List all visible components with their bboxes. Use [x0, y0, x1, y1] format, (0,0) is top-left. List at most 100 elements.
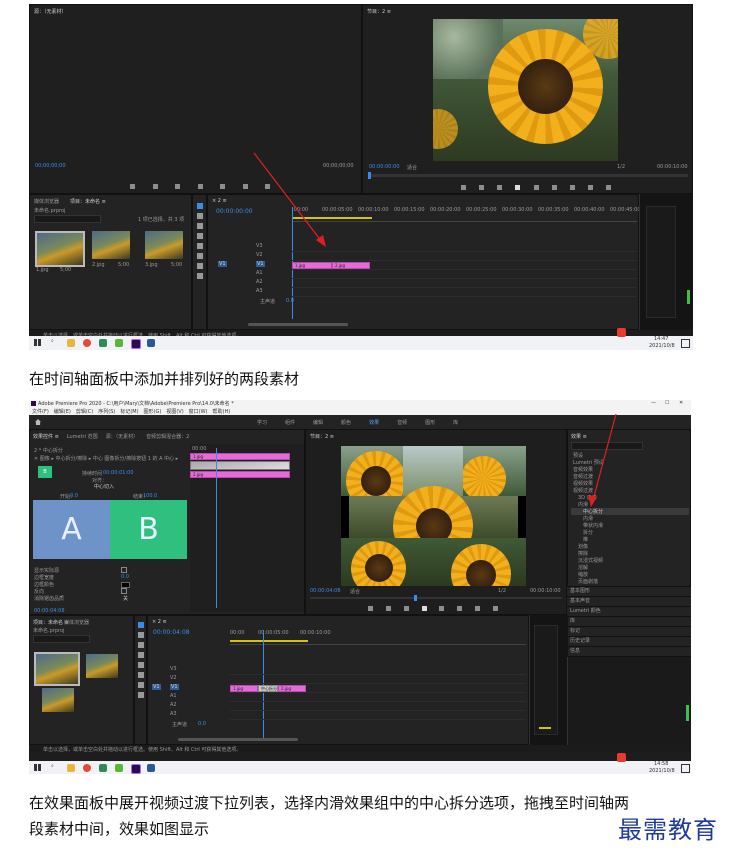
tree-zoom[interactable]: 缩放	[571, 571, 689, 578]
taskbar-files-icon[interactable]	[67, 339, 75, 347]
sequence-tab-2[interactable]: × 2 ≡	[152, 619, 167, 625]
taskbar-app-icon[interactable]	[99, 339, 107, 347]
sequence-tab[interactable]: × 2 ≡	[212, 198, 227, 204]
panel-lumetri-color[interactable]: Lumetri 颜色	[567, 607, 691, 617]
timeline-scrollbar[interactable]	[248, 323, 348, 326]
track2-a3[interactable]: A3	[170, 711, 177, 717]
source-timecode-left[interactable]: 00;00;00;00	[35, 163, 66, 169]
timeline-clip-1[interactable]: 1.jpg	[292, 262, 332, 269]
track-a1[interactable]: A1	[256, 270, 263, 276]
panel-markers[interactable]: 标记	[567, 627, 691, 637]
slip-tool-icon[interactable]	[197, 243, 203, 249]
taskbar-word-icon[interactable]	[147, 339, 155, 347]
timeline2-transition[interactable]: 中心拆分	[258, 685, 278, 692]
tree-iris[interactable]: 划像	[571, 543, 689, 550]
input-method-icon-2[interactable]	[617, 753, 626, 762]
hand-tool-icon[interactable]	[197, 263, 203, 269]
track2-a2[interactable]: A2	[170, 702, 177, 708]
program-quality-select-2[interactable]: 1/2	[498, 588, 506, 594]
program-fit-select[interactable]: 适合	[407, 164, 417, 171]
track2-v1[interactable]: V1	[170, 684, 179, 690]
tree-immersive-video[interactable]: 沉浸式视频	[571, 557, 689, 564]
track2-v2[interactable]: V2	[170, 675, 177, 681]
program-quality-select[interactable]: 1/2	[617, 164, 625, 170]
timeline-timecode[interactable]: 00:00:00:00	[216, 208, 253, 215]
panel-essential-sound[interactable]: 基本声音	[567, 597, 691, 607]
tree-push[interactable]: 推	[571, 536, 689, 543]
panel-libraries[interactable]: 库	[567, 617, 691, 627]
program-scrubber[interactable]	[368, 172, 688, 179]
taskbar-time-2[interactable]: 14:58	[654, 761, 668, 767]
timeline2-clip-2[interactable]: 2.jpg	[278, 685, 306, 692]
track-a3[interactable]: A3	[256, 288, 263, 294]
maximize-button[interactable]: ☐	[665, 400, 669, 406]
taskbar-chrome-icon[interactable]	[83, 339, 91, 347]
windows-start-icon-2[interactable]	[34, 764, 41, 771]
search-icon-2[interactable]: ⌕	[51, 763, 54, 769]
tab-effect-controls[interactable]: 效果控件 ≡	[33, 433, 59, 440]
close-button[interactable]: ✕	[679, 400, 683, 406]
menu-clip[interactable]: 剪辑(C)	[76, 408, 93, 415]
project-tab-project[interactable]: 项目：未命名 ≡	[70, 198, 106, 205]
workspace-learn[interactable]: 学习	[257, 419, 267, 426]
workspace-effects[interactable]: 效果	[369, 419, 379, 426]
menu-window[interactable]: 窗口(W)	[189, 408, 208, 415]
project-search-input[interactable]	[34, 215, 101, 223]
timeline-timecode-2[interactable]: 00:00:04:08	[153, 629, 190, 636]
taskbar-files-icon-2[interactable]	[67, 764, 75, 772]
master-volume-value-2[interactable]: 0.0	[198, 721, 206, 727]
duration-value[interactable]: 00:00:01:00	[103, 470, 134, 476]
menu-markers[interactable]: 标记(M)	[120, 408, 138, 415]
ec-transition-bar[interactable]	[190, 461, 290, 470]
menu-file[interactable]: 文件(F)	[32, 408, 49, 415]
pen-tool-icon[interactable]	[197, 253, 203, 259]
border-width-value[interactable]: 0.0	[121, 574, 129, 580]
panel-info[interactable]: 信息	[567, 647, 691, 657]
taskbar-premiere-icon-2[interactable]	[131, 764, 141, 774]
track-area-2[interactable]: 1.jpg 中心拆分 2.jpg	[230, 666, 526, 736]
ec-playhead[interactable]	[216, 448, 217, 608]
taskbar-date[interactable]: 2021/10/8	[649, 343, 675, 349]
pen-tool-icon-2[interactable]	[138, 672, 144, 678]
tab-audio-mixer[interactable]: 音频剪辑混合器：2	[146, 433, 189, 440]
track-select-tool-icon-2[interactable]	[138, 632, 144, 638]
ripple-edit-tool-icon-2[interactable]	[138, 642, 144, 648]
menu-help[interactable]: 帮助(H)	[213, 408, 231, 415]
program-timecode-2[interactable]: 00:00:04:08	[310, 588, 341, 594]
tab-source[interactable]: 源：（无素材）	[106, 433, 139, 440]
taskbar-date-2[interactable]: 2021/10/8	[649, 768, 675, 774]
menu-sequence[interactable]: 序列(S)	[98, 408, 115, 415]
timeline2-clip-1[interactable]: 1.jpg	[230, 685, 258, 692]
tree-slide[interactable]: 内滑	[571, 515, 689, 522]
selection-tool-icon[interactable]	[197, 203, 203, 209]
project2-thumbnail-3[interactable]	[42, 688, 74, 712]
track2-v3[interactable]: V3	[170, 666, 177, 672]
panel-essential-graphics[interactable]: 基本图形	[567, 587, 691, 597]
selection-tool-icon-2[interactable]	[138, 622, 144, 628]
taskbar-chrome-icon-2[interactable]	[83, 764, 91, 772]
project-thumbnail-2[interactable]	[92, 231, 130, 259]
alignment-select[interactable]: 中心切入	[94, 483, 114, 490]
timeline-ruler-2[interactable]: 00:00 00:00:05:00 00:00:10:00	[230, 630, 526, 645]
windows-start-icon[interactable]	[34, 339, 41, 346]
ec-clip-b[interactable]: 2.jpg	[190, 471, 290, 478]
track-v1[interactable]: V1	[256, 261, 265, 267]
antialias-select[interactable]: 关	[123, 595, 128, 602]
timeline-ruler[interactable]: :00:00 00:00:05:00 00:00:10:00 00:00:15:…	[292, 207, 641, 222]
tree-wipe[interactable]: 擦除	[571, 550, 689, 557]
ec-timecode[interactable]: 00:00:04:08	[34, 608, 65, 614]
notification-icon-2[interactable]	[681, 764, 690, 773]
tree-page-peel[interactable]: 页面剥落	[571, 578, 689, 585]
program-monitor-title-2[interactable]: 节目：2 ≡	[310, 433, 334, 440]
hand-tool-icon-2[interactable]	[138, 682, 144, 688]
workspace-color[interactable]: 颜色	[341, 419, 351, 426]
tree-dissolve[interactable]: 溶解	[571, 564, 689, 571]
source-patch-v1-2[interactable]: V1	[152, 684, 161, 690]
minimize-button[interactable]: —	[651, 400, 656, 406]
timeline-scrollbar-2[interactable]	[178, 738, 298, 741]
slip-tool-icon-2[interactable]	[138, 662, 144, 668]
track-a2[interactable]: A2	[256, 279, 263, 285]
notification-icon[interactable]	[681, 339, 690, 348]
project-thumbnail-1[interactable]	[35, 231, 85, 267]
effect-preview-thumb[interactable]: B	[38, 466, 52, 478]
